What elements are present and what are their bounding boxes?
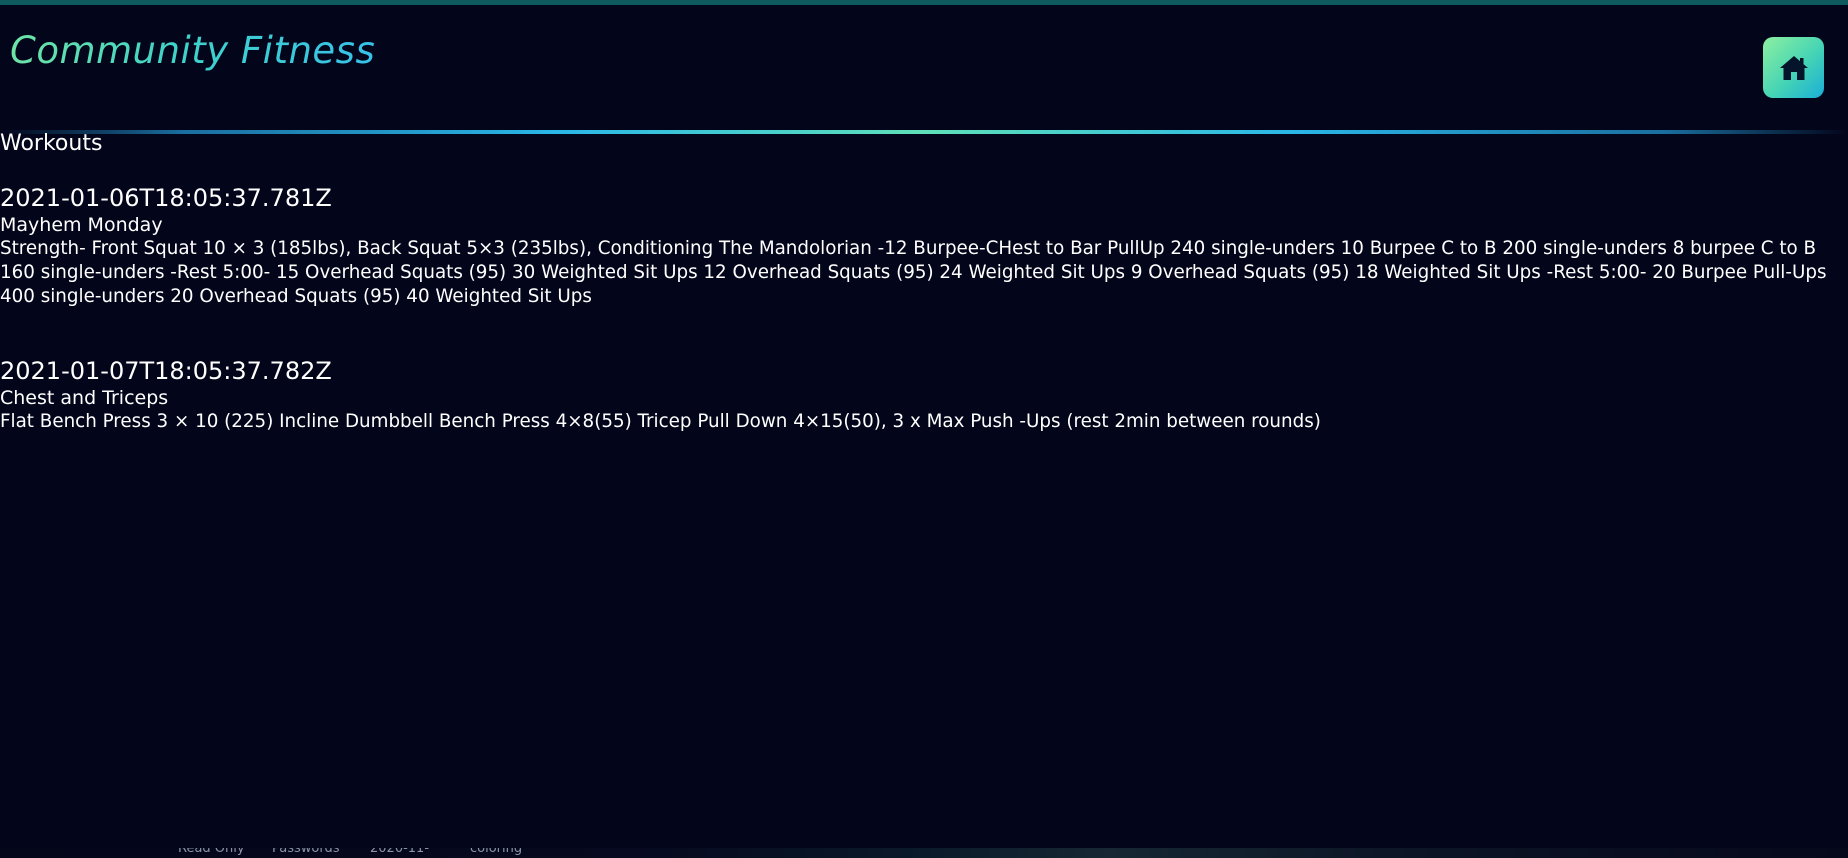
taskbar-item[interactable]: coloring	[470, 848, 522, 856]
workout-description: Strength- Front Squat 10 × 3 (185lbs), B…	[0, 238, 1827, 307]
workout-name: Mayhem Monday	[0, 214, 163, 236]
home-icon	[1779, 55, 1808, 80]
workout-description: Flat Bench Press 3 × 10 (225) Incline Du…	[0, 411, 1321, 432]
taskbar-item[interactable]: 2020-11-	[370, 848, 429, 856]
home-button[interactable]	[1763, 37, 1824, 98]
workout-date: 2021-01-06T18:05:37.781Z	[0, 184, 332, 212]
workout-entry: 2021-01-07T18:05:37.782Z Chest and Trice…	[0, 356, 1848, 434]
taskbar-item[interactable]: Passwords	[272, 848, 340, 856]
workout-date: 2021-01-07T18:05:37.782Z	[0, 357, 332, 385]
header-divider	[0, 130, 1848, 134]
workout-entry: 2021-01-06T18:05:37.781Z Mayhem Monday S…	[0, 183, 1848, 309]
site-brand-title[interactable]: Community Fitness	[10, 29, 375, 72]
workout-name: Chest and Triceps	[0, 387, 169, 409]
background-taskbar-strip: Read Only Passwords 2020-11- coloring	[0, 848, 1848, 858]
taskbar-item[interactable]: Read Only	[178, 848, 245, 856]
section-title: Workouts	[0, 131, 103, 156]
site-header: Community Fitness	[0, 5, 1848, 130]
